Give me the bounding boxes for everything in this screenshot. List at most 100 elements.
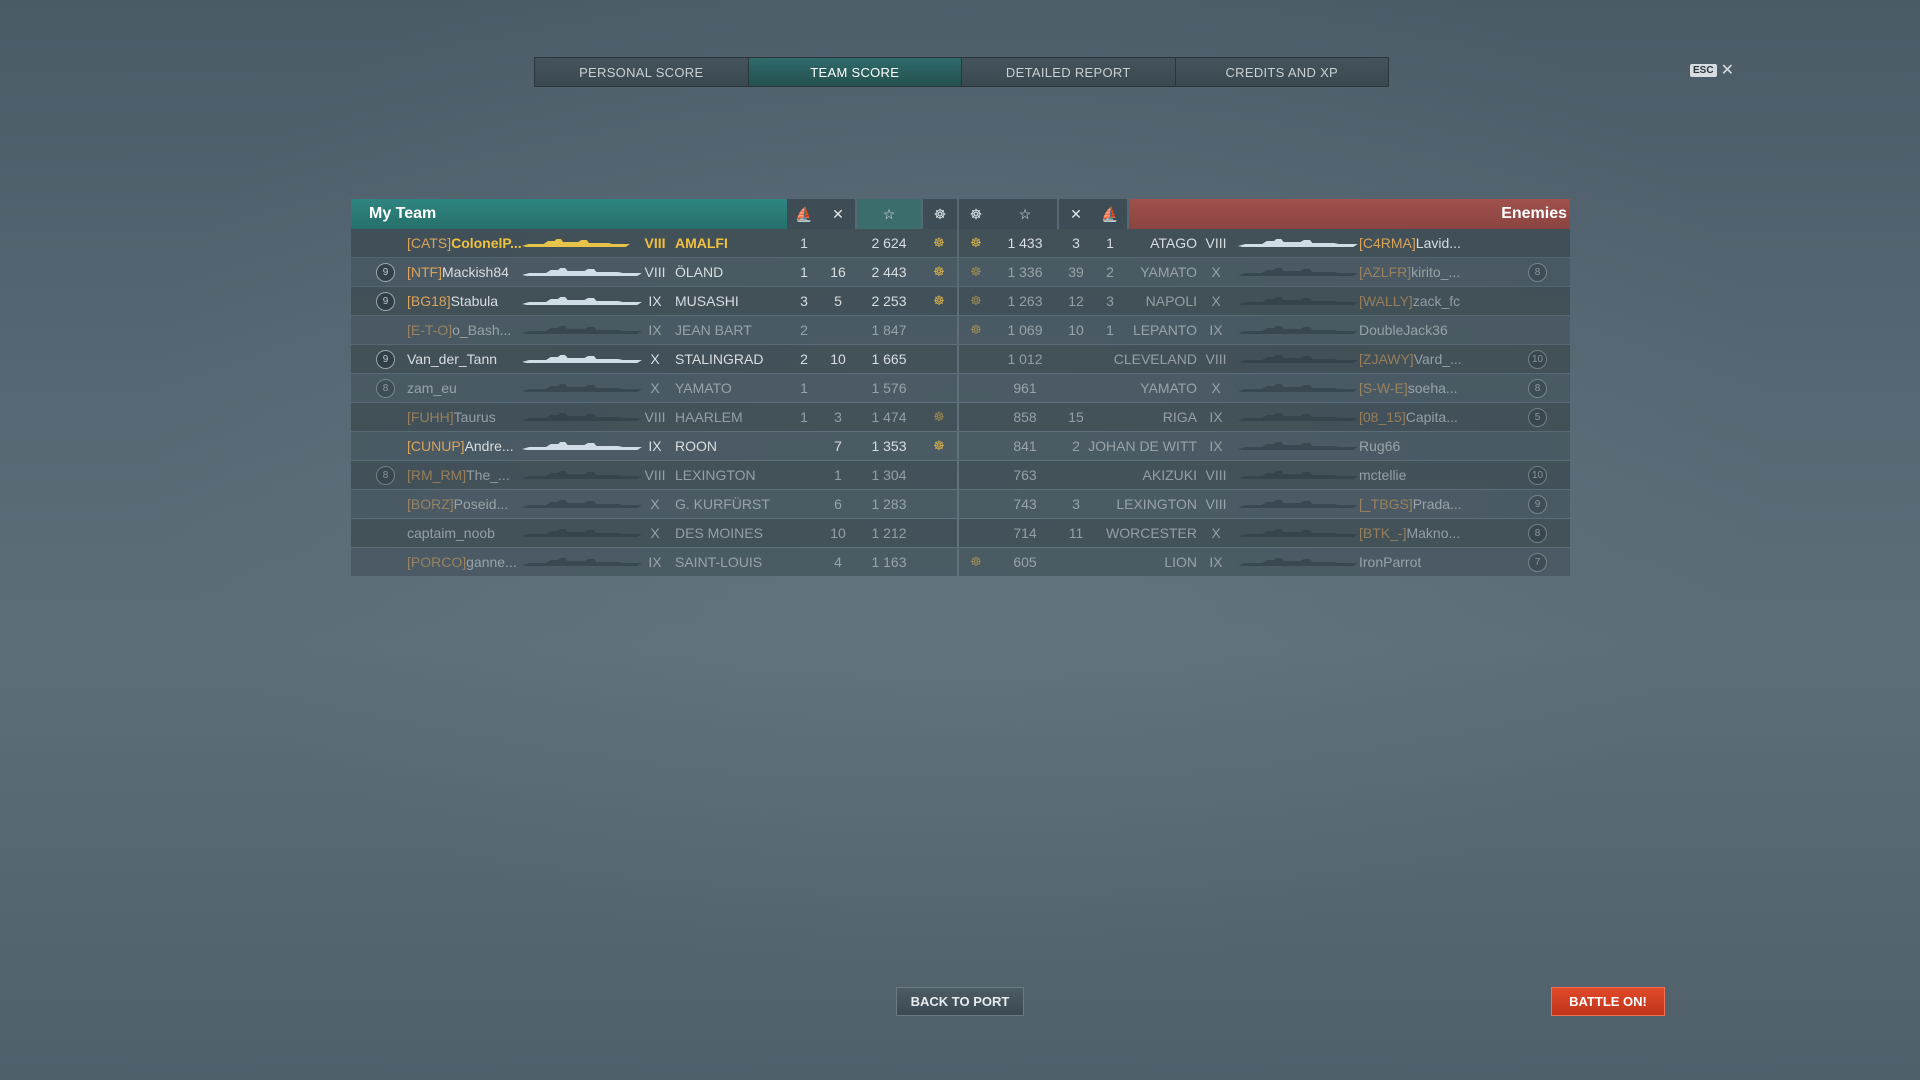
enemy-ships-destroyed-header-icon[interactable]: ⛵ xyxy=(1093,199,1127,229)
enemy-score-header-icon[interactable]: ☆ xyxy=(993,199,1057,229)
my-team-player-row[interactable]: 8 [RM_RM]The_... VIII LEXINGTON 1 1 304 xyxy=(351,461,957,489)
player-score: 841 xyxy=(1013,438,1037,454)
player-nickname: Rug66 xyxy=(1359,438,1401,454)
planes-destroyed-header-icon[interactable]: ✕ xyxy=(821,199,855,229)
ship-silhouette-icon xyxy=(1238,239,1358,247)
enemy-player-row[interactable]: ☸ 1 263 12 3 NAPOLI X [WALLY]zack_fc xyxy=(959,287,1570,315)
clan-tag: [BTK_-] xyxy=(1359,525,1407,541)
player-nickname: ganne... xyxy=(466,554,517,570)
enemy-player-row[interactable]: 1 012 CLEVELAND VIII [ZJAWY]Vard_... 10 xyxy=(959,345,1570,373)
tab-team-score[interactable]: TEAM SCORE xyxy=(748,58,962,86)
battle-on-button[interactable]: BATTLE ON! xyxy=(1551,987,1665,1016)
ship-silhouette-icon xyxy=(1238,558,1358,566)
clan-tag: [PORCO] xyxy=(407,554,467,570)
ships-destroyed xyxy=(787,519,821,547)
my-team-player-row[interactable]: 9 [BG18]Stabula IX MUSASHI 3 5 2 253 ☸ xyxy=(351,287,957,315)
enemy-player-row[interactable]: 841 2 JOHAN DE WITT IX Rug66 xyxy=(959,432,1570,460)
close-button[interactable]: ESC ✕ xyxy=(1690,60,1734,80)
my-team-player-row[interactable]: [PORCO]ganne... IX SAINT-LOUIS 4 1 163 xyxy=(351,548,957,576)
ship-tier: VIII xyxy=(644,264,666,280)
enemy-player-row[interactable]: 763 AKIZUKI VIII mctellie 10 xyxy=(959,461,1570,489)
player-score: 1 283 xyxy=(871,496,907,512)
tab-credits-and-xp[interactable]: CREDITS AND XP xyxy=(1175,58,1388,86)
player-nickname: Capita... xyxy=(1405,409,1458,425)
enemies-title: Enemies xyxy=(1501,205,1567,222)
my-team-player-row[interactable]: [BORZ]Poseid... X G. KURFÜRST 6 1 283 xyxy=(351,490,957,518)
enemy-player-row[interactable]: ☸ 605 LION IX IronParrot 7 xyxy=(959,548,1570,576)
my-team-player-row[interactable]: [FUHH]Taurus VIII HAARLEM 1 3 1 474 ☸ xyxy=(351,403,957,431)
player-score: 1 069 xyxy=(1007,322,1043,338)
ship-silhouette-icon xyxy=(522,268,642,276)
player-score: 2 624 xyxy=(871,235,907,251)
player-score: 2 253 xyxy=(871,293,907,309)
ship-tier: X xyxy=(650,525,660,541)
clan-tag: [NTF] xyxy=(407,264,442,280)
tab-detailed-report[interactable]: DETAILED REPORT xyxy=(962,58,1176,86)
team-scoreboard: My Team ⛵ ✕ ☆ ☸ ☸ ☆ ✕ ⛵ Enemies [CATS]Co… xyxy=(351,199,1570,577)
ship-tier: IX xyxy=(648,293,662,309)
player-score: 605 xyxy=(1013,554,1037,570)
player-score: 1 474 xyxy=(871,409,907,425)
scoreboard-row: 8 zam_eu X YAMATO 1 1 576 961 YAMATO X [S-W-E]soe… xyxy=(351,374,1570,403)
enemy-cap-points-header-icon[interactable]: ☸ xyxy=(959,199,993,229)
my-team-player-row[interactable]: 8 zam_eu X YAMATO 1 1 576 xyxy=(351,374,957,402)
ship-tier: X xyxy=(1211,380,1221,396)
enemy-player-row[interactable]: ☸ 1 433 3 1 ATAGO VIII [C4RMA]Lavid... xyxy=(959,229,1570,257)
ship-silhouette-icon xyxy=(522,442,642,450)
player-name: Van_der_Tann xyxy=(407,345,525,373)
player-name: captaim_noob xyxy=(407,519,525,547)
my-team-player-row[interactable]: 9 [NTF]Mackish84 VIII ÖLAND 1 16 2 443 ☸ xyxy=(351,258,957,286)
tab-personal-score[interactable]: PERSONAL SCORE xyxy=(535,58,749,86)
scoreboard-header: My Team ⛵ ✕ ☆ ☸ ☸ ☆ ✕ ⛵ Enemies xyxy=(351,199,1570,229)
ships-destroyed-header-icon[interactable]: ⛵ xyxy=(787,199,821,229)
scoreboard-row: 9 Van_der_Tann X STALINGRAD 2 10 1 665 1 012 CLE… xyxy=(351,345,1570,374)
back-to-port-button[interactable]: BACK TO PORT xyxy=(896,987,1024,1016)
close-icon: ✕ xyxy=(1720,62,1734,79)
my-team-player-row[interactable]: [E-T-O]o_Bash... IX JEAN BART 2 1 847 xyxy=(351,316,957,344)
cap-points-header-icon[interactable]: ☸ xyxy=(923,199,957,229)
enemy-player-row[interactable]: ☸ 1 336 39 2 YAMATO X [AZLFR]kirito_... 8 xyxy=(959,258,1570,286)
cap-flag-icon: ☸ xyxy=(933,438,945,453)
clan-tag: [AZLFR] xyxy=(1359,264,1412,280)
ship-silhouette-icon xyxy=(1238,529,1358,537)
scoreboard-row: captaim_noob X DES MOINES 10 1 212 714 11 WORCE… xyxy=(351,519,1570,548)
my-team-player-row[interactable]: 9 Van_der_Tann X STALINGRAD 2 10 1 665 xyxy=(351,345,957,373)
player-nickname: IronParrot xyxy=(1359,554,1422,570)
enemy-player-row[interactable]: 961 YAMATO X [S-W-E]soeha... 8 xyxy=(959,374,1570,402)
enemy-player-row[interactable]: 858 15 RIGA IX [08_15]Capita... 5 xyxy=(959,403,1570,431)
player-name: DoubleJack36 xyxy=(1359,316,1479,344)
score-header-icon[interactable]: ☆ xyxy=(857,199,921,229)
player-name: Rug66 xyxy=(1359,432,1479,460)
ship-name: JEAN BART xyxy=(675,322,752,338)
my-team-player-row[interactable]: [CATS]ColonelP... VIII AMALFI 1 2 624 ☸ xyxy=(351,229,957,257)
player-nickname: Van_der_Tann xyxy=(407,351,498,367)
ship-name: LEXINGTON xyxy=(675,467,756,483)
rank-badge-icon: 9 xyxy=(1528,495,1547,514)
planes-destroyed: 10 xyxy=(830,351,846,367)
ship-tier: VIII xyxy=(644,467,666,483)
ship-name: WORCESTER xyxy=(1106,525,1197,541)
ship-silhouette-icon xyxy=(1238,297,1358,305)
ship-silhouette-icon xyxy=(1238,442,1358,450)
enemy-planes-destroyed-header-icon[interactable]: ✕ xyxy=(1059,199,1093,229)
result-tabs: PERSONAL SCORE TEAM SCORE DETAILED REPOR… xyxy=(534,57,1389,87)
player-score: 1 336 xyxy=(1007,264,1043,280)
clan-tag: [C4RMA] xyxy=(1359,235,1416,251)
planes-destroyed xyxy=(821,374,855,402)
player-rows: [CATS]ColonelP... VIII AMALFI 1 2 624 ☸ ☸ 1 433… xyxy=(351,229,1570,577)
ship-tier: IX xyxy=(648,322,662,338)
my-team-player-row[interactable]: [CUNUP]Andre... IX ROON 7 1 353 ☸ xyxy=(351,432,957,460)
enemy-player-row[interactable]: ☸ 1 069 10 1 LEPANTO IX DoubleJack36 xyxy=(959,316,1570,344)
enemy-player-row[interactable]: 743 3 LEXINGTON VIII [_TBGS]Prada... 9 xyxy=(959,490,1570,518)
ship-name: JOHAN DE WITT xyxy=(1088,438,1197,454)
ship-silhouette-icon xyxy=(1238,413,1358,421)
clan-tag: [WALLY] xyxy=(1359,293,1413,309)
player-nickname: Mackish84 xyxy=(442,264,509,280)
player-score: 1 012 xyxy=(1007,351,1043,367)
my-team-player-row[interactable]: captaim_noob X DES MOINES 10 1 212 xyxy=(351,519,957,547)
ship-silhouette-icon xyxy=(522,355,642,363)
player-score: 1 304 xyxy=(871,467,907,483)
enemy-player-row[interactable]: 714 11 WORCESTER X [BTK_-]Makno... 8 xyxy=(959,519,1570,547)
cap-flag-icon: ☸ xyxy=(970,322,982,337)
ship-name: LION xyxy=(1164,554,1197,570)
